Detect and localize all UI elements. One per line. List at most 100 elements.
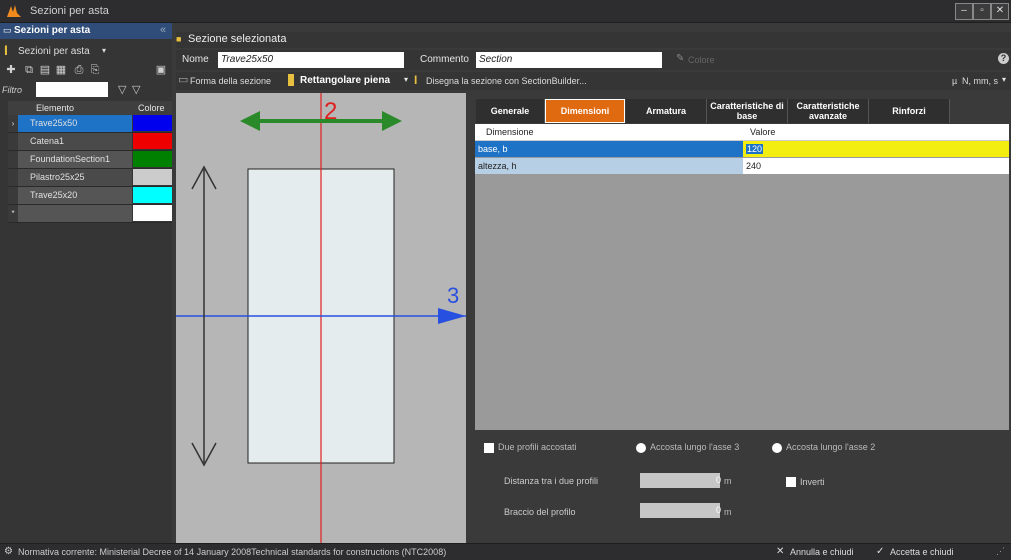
cancel-button[interactable]: Annulla e chiudi — [790, 547, 854, 557]
current-norm-text: Normativa corrente: Ministerial Decree o… — [18, 547, 447, 557]
shape-dropdown[interactable]: Rettangolare piena — [300, 75, 390, 86]
filter-input[interactable] — [36, 82, 108, 97]
arm-value: 0 — [716, 505, 722, 515]
section-name: Trave25x50 — [18, 115, 132, 132]
distance-input[interactable]: 0 — [640, 473, 722, 488]
sections-dropdown[interactable]: I Sezioni per asta ▾ — [4, 42, 164, 60]
left-panel-title: Sezioni per asta — [14, 25, 91, 36]
tab-generale[interactable]: Generale — [476, 99, 545, 123]
section-color-swatch[interactable] — [133, 187, 172, 203]
window-title: Sezioni per asta — [30, 5, 109, 17]
table-row[interactable]: base, b 120 — [475, 141, 1009, 157]
section-list-item[interactable]: Trave25x20 — [8, 187, 172, 205]
distance-value: 0 — [716, 475, 722, 485]
units-dropdown[interactable]: N, mm, s — [962, 76, 998, 86]
arm-input[interactable]: 0 — [640, 503, 722, 518]
dropdown-label: Sezioni per asta — [18, 46, 90, 57]
axis3-arrowhead — [438, 308, 466, 324]
copy-icon[interactable]: ⧉ — [22, 63, 36, 77]
clear-filter-icon[interactable]: ▽ — [132, 83, 140, 96]
two-profiles-checkbox[interactable] — [484, 443, 494, 453]
close-button[interactable]: ✕ — [991, 3, 1009, 20]
row-indicator — [8, 187, 18, 204]
section-icon: ■ — [176, 34, 182, 44]
column-header-element: Elemento — [36, 103, 75, 113]
resize-grip-icon[interactable]: ⋰ — [996, 546, 1005, 557]
section-drawing: 2 3 — [176, 93, 466, 543]
collapse-icon[interactable]: « — [160, 24, 166, 36]
chevron-down-icon: ▾ — [404, 75, 409, 84]
chevron-down-icon: ▾ — [1002, 75, 1007, 84]
close-icon: ✕ — [776, 546, 785, 557]
export-icon[interactable]: ⎙ — [72, 63, 86, 77]
color-picker-icon[interactable]: ✎ — [676, 53, 684, 64]
section-name: FoundationSection1 — [18, 151, 132, 168]
grid-header: Elemento Colore — [8, 101, 172, 116]
section-header-title: Sezione selezionata — [188, 33, 287, 45]
minimize-button[interactable]: – — [955, 3, 973, 20]
grid-view-icon[interactable]: ▣ — [154, 63, 168, 77]
column-header-color: Colore — [138, 103, 165, 113]
maximize-button[interactable]: ▫ — [973, 3, 991, 20]
name-row: Nome Trave25x50 Commento Section ✎ Color… — [176, 50, 1011, 70]
add-icon[interactable]: ✚ — [4, 63, 18, 77]
table-row[interactable]: altezza, h 240 — [475, 158, 1009, 174]
name-input[interactable]: Trave25x50 — [218, 52, 404, 68]
invert-checkbox[interactable] — [786, 477, 796, 487]
properties-panel: Generale Dimensioni Armatura Caratterist… — [470, 93, 1011, 543]
column-header-dimension: Dimensione — [486, 127, 534, 137]
section-color-swatch[interactable] — [133, 169, 172, 185]
app-logo-icon — [7, 5, 21, 17]
tab-armatura[interactable]: Armatura — [626, 99, 707, 123]
shape-swatch — [288, 74, 294, 86]
new-row-cell[interactable] — [18, 205, 132, 222]
section-list-item[interactable]: Pilastro25x25 — [8, 169, 172, 187]
dimensions-table: Dimensione Valore base, b 120 altezza, h… — [475, 124, 1009, 430]
along-axis2-radio[interactable] — [772, 443, 782, 453]
tab-caratteristiche-avanzate[interactable]: Caratteristiche avanzate — [788, 99, 869, 123]
section-color-swatch[interactable] — [133, 151, 172, 167]
status-bar: ⚙ Normativa corrente: Ministerial Decree… — [0, 543, 1011, 560]
color-label: Colore — [688, 55, 715, 65]
section-list-item[interactable]: › Trave25x50 — [8, 115, 172, 133]
two-profiles-label: Due profili accostati — [498, 442, 577, 452]
new-row-marker: * — [8, 205, 18, 222]
comment-input[interactable]: Section — [476, 52, 662, 68]
print-icon[interactable]: ⎘ — [88, 63, 102, 77]
arm-label: Braccio del profilo — [504, 507, 576, 517]
section-builder-link[interactable]: Disegna la sezione con SectionBuilder... — [426, 76, 587, 86]
filter-bar: Filtro ▽ ▽ — [0, 81, 172, 99]
row-indicator — [8, 169, 18, 186]
row-dimension-name: base, b — [475, 141, 743, 157]
width-arrow-right — [382, 111, 402, 131]
row-dimension-name: altezza, h — [475, 158, 743, 174]
left-toolbar: ✚ ⧉ ▤ ▦ ⎙ ⎘ ▣ — [0, 63, 172, 79]
section-color-swatch[interactable] — [133, 115, 172, 131]
row-dimension-value[interactable]: 120 — [743, 141, 1009, 157]
section-list-item[interactable]: Catena1 — [8, 133, 172, 151]
shape-icon: ▭ — [178, 74, 189, 86]
filter-icon[interactable]: ▽ — [118, 83, 126, 96]
new-row-color[interactable] — [133, 205, 172, 221]
accept-button[interactable]: Accetta e chiudi — [890, 547, 954, 557]
table-header: Dimensione Valore — [475, 124, 1009, 141]
row-dimension-value[interactable]: 240 — [743, 158, 1009, 174]
row-indicator: › — [8, 115, 18, 132]
tab-caratteristiche-base[interactable]: Caratteristiche di base — [707, 99, 788, 123]
check-icon: ✓ — [876, 546, 885, 557]
base-value-selection: 120 — [746, 144, 764, 154]
left-panel-header: ▭ Sezioni per asta « — [0, 23, 172, 39]
chevron-down-icon: ▾ — [102, 46, 107, 55]
tab-dimensioni[interactable]: Dimensioni — [545, 99, 625, 123]
distance-label: Distanza tra i due profili — [504, 476, 599, 486]
help-icon[interactable]: ? — [998, 53, 1009, 64]
arm-unit: m — [724, 507, 732, 517]
section-list-item[interactable]: FoundationSection1 — [8, 151, 172, 169]
section-color-swatch[interactable] — [133, 133, 172, 149]
tab-rinforzi[interactable]: Rinforzi — [869, 99, 950, 123]
invert-label: Inverti — [800, 477, 825, 487]
new-row[interactable]: * — [8, 205, 172, 223]
along-axis3-radio[interactable] — [636, 443, 646, 453]
import-icon[interactable]: ▦ — [54, 63, 68, 77]
paste-icon[interactable]: ▤ — [38, 63, 52, 77]
